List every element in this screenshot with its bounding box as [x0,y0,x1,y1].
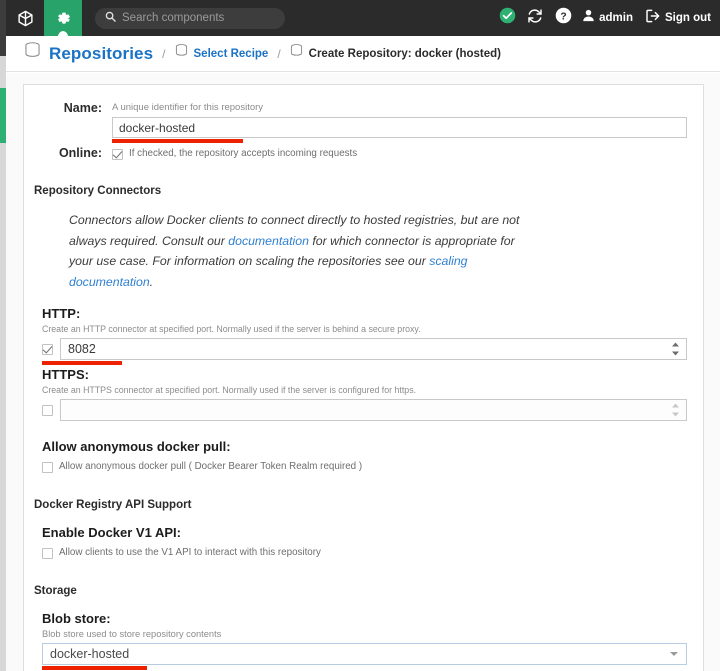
breadcrumb-current-label: Create Repository: docker (hosted) [309,48,501,60]
search-icon [105,9,116,27]
http-port-row [42,338,703,360]
page-title: Repositories [49,44,153,64]
annotation-underline-blob-store [42,666,147,670]
name-input[interactable] [112,117,687,138]
help-circle-icon: ? [555,7,572,29]
database-icon [24,42,41,65]
top-header-bar: ? admin Sign out [0,0,720,36]
refresh-icon [527,8,543,29]
https-port-input[interactable] [60,399,687,421]
system-status-button[interactable] [493,0,521,36]
v1-api-checkbox[interactable] [42,548,53,559]
gear-icon [55,10,72,27]
section-docker-registry-api: Docker Registry API Support [34,499,703,511]
online-checkbox[interactable] [112,149,123,160]
section-repository-connectors: Repository Connectors [34,185,703,197]
svg-text:?: ? [560,11,566,22]
online-checkbox-label: If checked, the repository accepts incom… [129,148,357,160]
blob-store-help-text: Blob store used to store repository cont… [42,628,703,640]
http-port-input[interactable] [60,338,687,360]
https-help-text: Create an HTTPS connector at specified p… [42,384,703,396]
field-group-v1-api: Enable Docker V1 API: Allow clients to u… [42,525,703,559]
header-actions: ? admin Sign out [493,0,720,36]
search-box[interactable] [95,8,285,29]
nav-tab-settings[interactable] [44,0,82,36]
sign-out-icon [645,8,661,29]
http-port-spinner[interactable] [60,338,687,360]
database-icon-small-2 [290,44,303,63]
blob-store-select[interactable]: docker-hosted [42,643,687,665]
breadcrumb-separator-1: / [162,47,165,61]
anonymous-pull-checkbox[interactable] [42,462,53,473]
connectors-text-3: . [150,275,153,289]
section-storage: Storage [34,585,703,597]
name-help-text: A unique identifier for this repository [112,101,687,114]
breadcrumb-separator-2: / [277,47,280,61]
create-repository-form-panel: Name: A unique identifier for this repos… [23,84,704,671]
field-row-name: Name: A unique identifier for this repos… [24,101,703,143]
field-group-blob-store: Blob store: Blob store used to store rep… [42,611,703,670]
check-circle-icon [499,7,516,29]
sign-out-label: Sign out [665,12,711,24]
connectors-description: Connectors allow Docker clients to conne… [69,210,529,292]
field-row-online: Online: If checked, the repository accep… [24,146,703,160]
v1-api-checkbox-label: Allow clients to use the V1 API to inter… [59,547,321,559]
user-icon [581,8,596,28]
content-scroll-area: Name: A unique identifier for this repos… [6,73,720,671]
https-label: HTTPS: [42,367,703,382]
nav-tab-browse[interactable] [6,0,44,36]
database-icon-small-1 [175,44,188,63]
blob-store-label: Blob store: [42,611,703,626]
annotation-underline-name [112,139,243,143]
annotation-underline-http [42,361,122,365]
https-port-row [42,399,703,421]
online-label: Online: [24,146,112,160]
spinner-arrows-icon-disabled[interactable] [671,403,680,417]
anonymous-pull-label: Allow anonymous docker pull: [42,439,703,454]
breadcrumb-link-label: Select Recipe [194,48,269,60]
https-enable-checkbox[interactable] [42,405,53,416]
http-enable-checkbox[interactable] [42,344,53,355]
field-group-https: HTTPS: Create an HTTPS connector at spec… [42,367,703,421]
spinner-arrows-icon[interactable] [671,342,680,356]
cube-icon [17,10,34,27]
help-button[interactable]: ? [549,0,577,36]
refresh-button[interactable] [521,0,549,36]
v1-api-label: Enable Docker V1 API: [42,525,703,540]
anonymous-pull-checkbox-row[interactable]: Allow anonymous docker pull ( Docker Bea… [42,461,703,473]
field-group-http: HTTP: Create an HTTP connector at specif… [42,306,703,365]
sign-out-button[interactable]: Sign out [645,0,711,36]
http-label: HTTP: [42,306,703,321]
user-menu-button[interactable]: admin [577,0,633,36]
online-checkbox-row[interactable]: If checked, the repository accepts incom… [112,148,687,160]
breadcrumb-item-current: Create Repository: docker (hosted) [290,44,501,63]
search-input[interactable] [122,12,275,24]
blob-store-select-wrap[interactable]: docker-hosted [42,643,687,665]
http-help-text: Create an HTTP connector at specified po… [42,323,703,335]
https-port-spinner[interactable] [60,399,687,421]
field-group-anonymous-pull: Allow anonymous docker pull: Allow anony… [42,439,703,473]
anonymous-pull-checkbox-label: Allow anonymous docker pull ( Docker Bea… [59,461,362,473]
user-name-label: admin [599,12,633,24]
breadcrumb: Repositories / Select Recipe / Create Re… [6,36,720,72]
breadcrumb-item-select-recipe[interactable]: Select Recipe [175,44,269,63]
documentation-link[interactable]: documentation [228,234,309,248]
v1-api-checkbox-row[interactable]: Allow clients to use the V1 API to inter… [42,547,703,559]
name-label: Name: [24,101,112,115]
